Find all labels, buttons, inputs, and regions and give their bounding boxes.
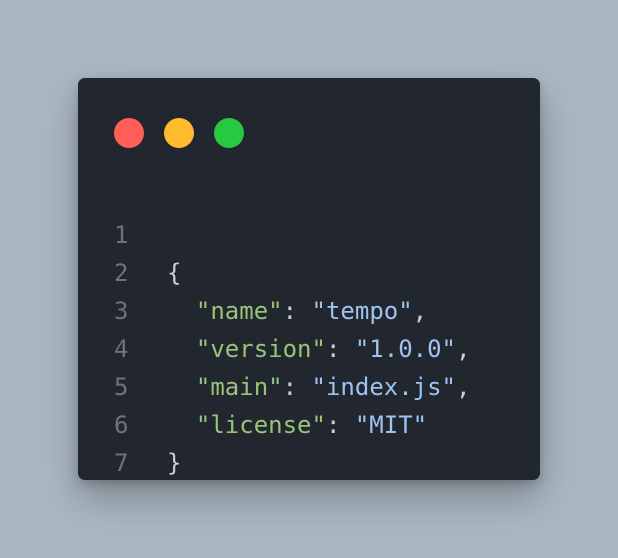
code-line: 7: [78, 406, 540, 477]
code-line: 3 "version": "1.0.0",: [78, 254, 540, 363]
code-window: 1 { 2 "name": "tempo", 3 "version": "1.0…: [78, 78, 540, 480]
code-line: 5 "license": "MIT": [78, 330, 540, 439]
code-block: 1 { 2 "name": "tempo", 3 "version": "1.0…: [78, 178, 540, 477]
close-window-button[interactable]: [114, 118, 144, 148]
minimize-window-button[interactable]: [164, 118, 194, 148]
code-line: 4 "main": "index.js",: [78, 292, 540, 401]
code-line: 1 {: [78, 178, 540, 287]
close-brace: }: [167, 449, 182, 477]
code-line: 6 }: [78, 368, 540, 477]
maximize-window-button[interactable]: [214, 118, 244, 148]
line-number: 7: [114, 449, 129, 477]
code-line: 2 "name": "tempo",: [78, 216, 540, 325]
